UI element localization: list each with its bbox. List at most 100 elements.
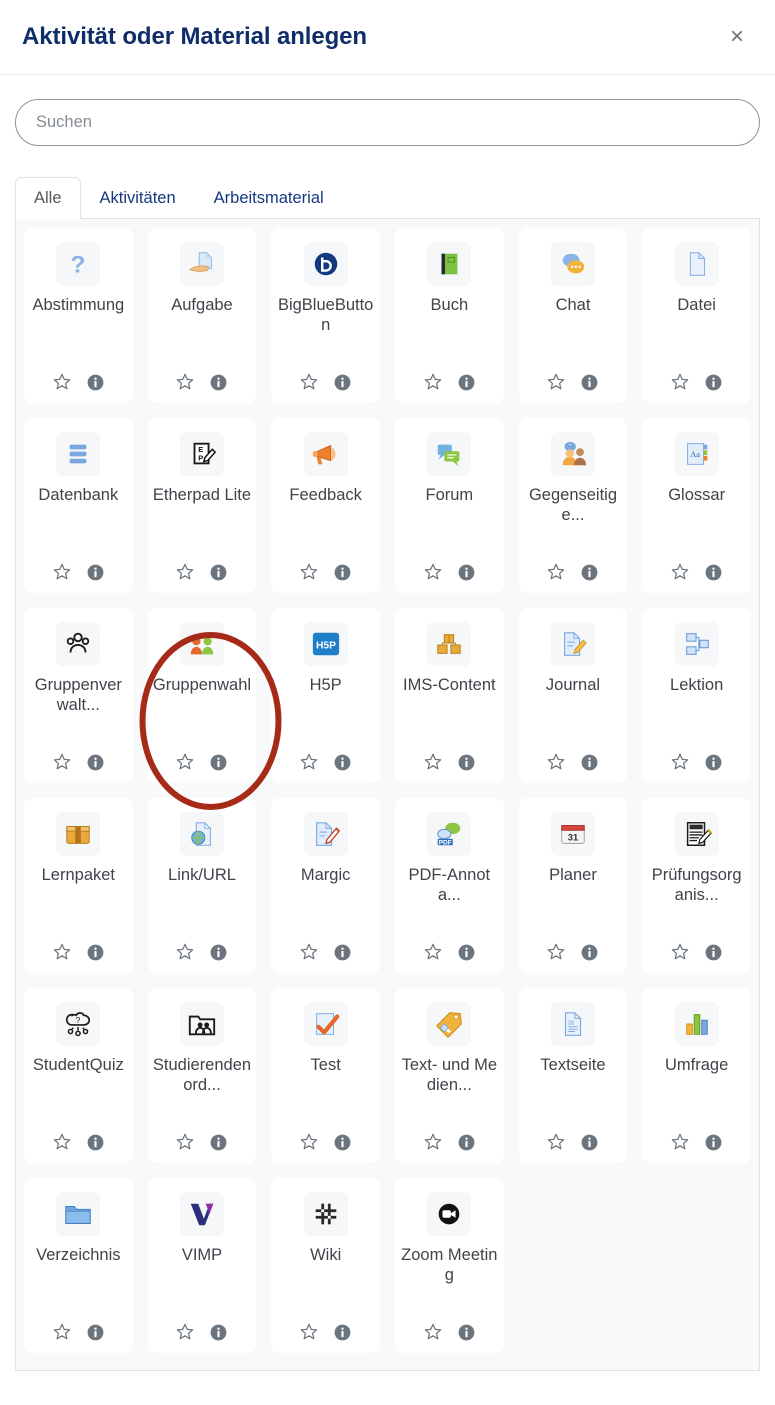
activity-card[interactable]: Margic	[271, 798, 380, 973]
info-icon[interactable]	[209, 1133, 228, 1152]
info-icon[interactable]	[209, 1323, 228, 1342]
activity-card[interactable]: Link/URL	[147, 798, 257, 973]
star-icon[interactable]	[299, 752, 319, 772]
star-icon[interactable]	[52, 372, 72, 392]
info-icon[interactable]	[86, 1323, 105, 1342]
activity-card[interactable]: Buch	[394, 228, 504, 403]
star-icon[interactable]	[546, 942, 566, 962]
info-icon[interactable]	[704, 943, 723, 962]
activity-card[interactable]: Umfrage	[642, 988, 751, 1163]
activity-card[interactable]: Textseite	[518, 988, 628, 1163]
activity-card[interactable]: Forum	[394, 418, 504, 593]
info-icon[interactable]	[580, 563, 599, 582]
star-icon[interactable]	[670, 372, 690, 392]
star-icon[interactable]	[175, 942, 195, 962]
info-icon[interactable]	[457, 1133, 476, 1152]
star-icon[interactable]	[423, 752, 443, 772]
activity-card[interactable]: Zoom Meeting	[394, 1178, 504, 1353]
tab-alle[interactable]: Alle	[15, 176, 81, 219]
activity-card[interactable]: Feedback	[271, 418, 380, 593]
activity-card[interactable]: Datei	[642, 228, 751, 403]
info-icon[interactable]	[457, 563, 476, 582]
info-icon[interactable]	[704, 563, 723, 582]
info-icon[interactable]	[457, 1323, 476, 1342]
info-icon[interactable]	[209, 373, 228, 392]
activity-card[interactable]: Verzeichnis	[24, 1178, 133, 1353]
activity-card[interactable]: Studierendenord...	[147, 988, 257, 1163]
activity-card[interactable]: ? Abstimmung	[24, 228, 133, 403]
activity-card[interactable]: Wiki	[271, 1178, 380, 1353]
info-icon[interactable]	[333, 1323, 352, 1342]
info-icon[interactable]	[86, 943, 105, 962]
star-icon[interactable]	[175, 372, 195, 392]
info-icon[interactable]	[457, 943, 476, 962]
star-icon[interactable]	[175, 562, 195, 582]
info-icon[interactable]	[209, 563, 228, 582]
info-icon[interactable]	[86, 753, 105, 772]
star-icon[interactable]	[546, 752, 566, 772]
activity-card[interactable]: Lernpaket	[24, 798, 133, 973]
activity-card[interactable]: ? StudentQuiz	[24, 988, 133, 1163]
star-icon[interactable]	[423, 1322, 443, 1342]
close-icon[interactable]: ×	[721, 21, 753, 53]
star-icon[interactable]	[546, 372, 566, 392]
info-icon[interactable]	[704, 1133, 723, 1152]
star-icon[interactable]	[670, 752, 690, 772]
info-icon[interactable]	[86, 1133, 105, 1152]
info-icon[interactable]	[333, 373, 352, 392]
info-icon[interactable]	[333, 753, 352, 772]
star-icon[interactable]	[52, 752, 72, 772]
star-icon[interactable]	[423, 562, 443, 582]
info-icon[interactable]	[333, 943, 352, 962]
star-icon[interactable]	[175, 1132, 195, 1152]
star-icon[interactable]	[175, 1322, 195, 1342]
activity-card[interactable]: E P Etherpad Lite	[147, 418, 257, 593]
star-icon[interactable]	[299, 562, 319, 582]
activity-card[interactable]: Gruppenverwalt...	[24, 608, 133, 783]
info-icon[interactable]	[86, 563, 105, 582]
star-icon[interactable]	[52, 562, 72, 582]
info-icon[interactable]	[457, 373, 476, 392]
info-icon[interactable]	[704, 753, 723, 772]
activity-card[interactable]: Aa Glossar	[642, 418, 751, 593]
activity-card[interactable]: Journal	[518, 608, 628, 783]
info-icon[interactable]	[457, 753, 476, 772]
info-icon[interactable]	[580, 1133, 599, 1152]
info-icon[interactable]	[86, 373, 105, 392]
activity-card[interactable]: Chat	[518, 228, 628, 403]
info-icon[interactable]	[333, 1133, 352, 1152]
tab-aktivitaeten[interactable]: Aktivitäten	[81, 177, 195, 219]
info-icon[interactable]	[209, 943, 228, 962]
star-icon[interactable]	[299, 372, 319, 392]
star-icon[interactable]	[52, 1132, 72, 1152]
info-icon[interactable]	[580, 943, 599, 962]
star-icon[interactable]	[299, 942, 319, 962]
star-icon[interactable]	[546, 1132, 566, 1152]
info-icon[interactable]	[580, 373, 599, 392]
star-icon[interactable]	[670, 562, 690, 582]
star-icon[interactable]	[670, 1132, 690, 1152]
info-icon[interactable]	[580, 753, 599, 772]
activity-card[interactable]: Test	[271, 988, 380, 1163]
activity-card[interactable]: Gruppenwahl	[147, 608, 257, 783]
activity-card[interactable]: Aufgabe	[147, 228, 257, 403]
search-input[interactable]	[15, 99, 760, 146]
activity-card[interactable]: Datenbank	[24, 418, 133, 593]
tab-arbeitsmaterial[interactable]: Arbeitsmaterial	[195, 177, 343, 219]
info-icon[interactable]	[209, 753, 228, 772]
star-icon[interactable]	[299, 1322, 319, 1342]
activity-card[interactable]: Lektion	[642, 608, 751, 783]
info-icon[interactable]	[704, 373, 723, 392]
star-icon[interactable]	[423, 942, 443, 962]
activity-card[interactable]: Prüfungsorganis...	[642, 798, 751, 973]
info-icon[interactable]	[333, 563, 352, 582]
activity-card[interactable]: VIMP	[147, 1178, 257, 1353]
star-icon[interactable]	[175, 752, 195, 772]
star-icon[interactable]	[299, 1132, 319, 1152]
star-icon[interactable]	[423, 372, 443, 392]
star-icon[interactable]	[423, 1132, 443, 1152]
star-icon[interactable]	[670, 942, 690, 962]
activity-card[interactable]: Text- und Medien...	[394, 988, 504, 1163]
activity-card[interactable]: BigBlueButton	[271, 228, 380, 403]
star-icon[interactable]	[52, 1322, 72, 1342]
